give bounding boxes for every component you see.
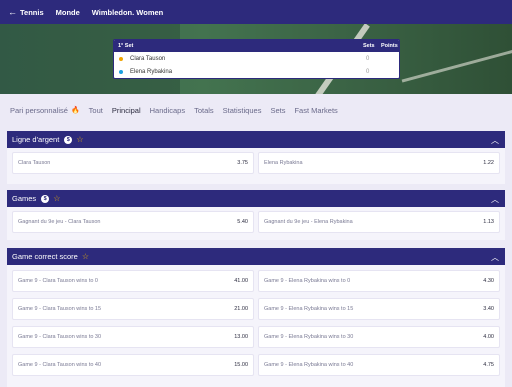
tab-totals[interactable]: Totals bbox=[194, 106, 214, 115]
odds-price: 1.13 bbox=[483, 219, 494, 225]
back-arrow-icon[interactable]: ← bbox=[8, 7, 17, 17]
odds-button[interactable]: Game 9 - Clara Tauson wins to 40 15.00 bbox=[12, 354, 254, 376]
market-title: Game correct score bbox=[12, 252, 78, 261]
odds-label: Elena Rybakina bbox=[264, 160, 303, 166]
market-ligne-d-argent: Ligne d'argent $ ☆ ︿ Clara Tauson 3.75 El… bbox=[7, 131, 505, 184]
odds-price: 4.30 bbox=[483, 278, 494, 284]
market-header[interactable]: Games $ ☆ ︿ bbox=[7, 190, 505, 207]
tab-handicaps[interactable]: Handicaps bbox=[150, 106, 185, 115]
odds-row: Game 9 - Clara Tauson wins to 30 13.00 Ga… bbox=[7, 320, 505, 348]
odds-button[interactable]: Elena Rybakina 1.22 bbox=[258, 152, 500, 174]
market-title: Ligne d'argent bbox=[12, 135, 60, 144]
odds-row: Game 9 - Clara Tauson wins to 0 41.00 Gam… bbox=[7, 265, 505, 292]
breadcrumb-monde-label: Monde bbox=[55, 7, 80, 17]
court-line bbox=[401, 48, 512, 83]
odds-price: 3.75 bbox=[237, 160, 248, 166]
odds-row: Gagnant du 9e jeu - Clara Tauson 5.40 Gag… bbox=[7, 207, 505, 233]
dollar-icon: $ bbox=[64, 135, 73, 144]
odds-button[interactable]: Clara Tauson 3.75 bbox=[12, 152, 254, 174]
odds-row: Game 9 - Clara Tauson wins to 15 21.00 Ga… bbox=[7, 292, 505, 320]
chevron-up-icon[interactable]: ︿ bbox=[491, 252, 499, 263]
tab-sets[interactable]: Sets bbox=[270, 106, 285, 115]
tab-tout[interactable]: Tout bbox=[89, 106, 103, 115]
top-navigation-bar: ← Tennis Monde Wimbledon. Women bbox=[0, 0, 512, 24]
odds-row: Clara Tauson 3.75 Elena Rybakina 1.22 bbox=[7, 148, 505, 174]
odds-price: 41.00 bbox=[234, 278, 248, 284]
odds-price: 4.75 bbox=[483, 362, 494, 368]
breadcrumb-tournament[interactable]: Wimbledon. Women bbox=[92, 8, 163, 17]
chevron-up-icon[interactable]: ︿ bbox=[491, 135, 499, 146]
star-icon[interactable]: ☆ bbox=[53, 194, 60, 203]
odds-label: Game 9 - Elena Rybakina wins to 40 bbox=[264, 362, 354, 368]
odds-label: Game 9 - Elena Rybakina wins to 15 bbox=[264, 306, 354, 312]
set-label: 1° Set bbox=[118, 43, 134, 49]
breadcrumb-tennis[interactable]: ← Tennis bbox=[8, 7, 44, 17]
star-icon[interactable]: ☆ bbox=[76, 135, 83, 144]
odds-button[interactable]: Game 9 - Elena Rybakina wins to 30 4.00 bbox=[258, 326, 500, 348]
odds-button[interactable]: Gagnant du 9e jeu - Clara Tauson 5.40 bbox=[12, 211, 254, 233]
scoreboard-row-player1: Clara Tauson 0 bbox=[114, 52, 399, 65]
points-label: Points bbox=[381, 43, 398, 49]
odds-button[interactable]: Gagnant du 9e jeu - Elena Rybakina 1.13 bbox=[258, 211, 500, 233]
sets-label: Sets bbox=[363, 43, 375, 49]
market-games: Games $ ☆ ︿ Gagnant du 9e jeu - Clara Ta… bbox=[7, 190, 505, 240]
tab-label: Pari personnalisé bbox=[10, 105, 68, 115]
odds-row: Game 9 - Clara Tauson wins to 40 15.00 Ga… bbox=[7, 348, 505, 376]
market-title: Games bbox=[12, 194, 37, 203]
player1-sets: 0 bbox=[366, 55, 370, 62]
odds-price: 1.22 bbox=[483, 160, 494, 166]
odds-button[interactable]: Game 9 - Elena Rybakina wins to 15 3.40 bbox=[258, 298, 500, 320]
odds-label: Game 9 - Clara Tauson wins to 40 bbox=[18, 362, 102, 368]
scoreboard-row-player2: Elena Rybakina 0 bbox=[114, 65, 399, 78]
odds-label: Clara Tauson bbox=[18, 160, 51, 166]
odds-price: 5.40 bbox=[237, 219, 248, 225]
odds-price: 21.00 bbox=[234, 306, 248, 312]
odds-label: Game 9 - Elena Rybakina wins to 0 bbox=[264, 278, 351, 284]
odds-label: Gagnant du 9e jeu - Clara Tauson bbox=[18, 219, 101, 225]
dollar-icon: $ bbox=[41, 194, 50, 203]
breadcrumb-tennis-label: Tennis bbox=[20, 7, 44, 17]
breadcrumb-tournament-label: Wimbledon. Women bbox=[91, 7, 164, 17]
odds-price: 4.00 bbox=[483, 334, 494, 340]
odds-price: 13.00 bbox=[234, 334, 248, 340]
odds-label: Game 9 - Elena Rybakina wins to 30 bbox=[264, 334, 354, 340]
odds-label: Gagnant du 9e jeu - Elena Rybakina bbox=[264, 219, 353, 225]
odds-button[interactable]: Game 9 - Elena Rybakina wins to 40 4.75 bbox=[258, 354, 500, 376]
live-scoreboard: 1° Set Sets Points Clara Tauson 0 Elena … bbox=[113, 39, 400, 79]
tab-principal[interactable]: Principal bbox=[112, 106, 141, 115]
odds-label: Game 9 - Clara Tauson wins to 0 bbox=[18, 278, 98, 284]
scoreboard-header: 1° Set Sets Points bbox=[114, 40, 399, 52]
tab-fast-markets[interactable]: Fast Markets bbox=[294, 106, 337, 115]
serve-indicator-icon bbox=[119, 56, 123, 61]
tab-pari-personnalise[interactable]: Pari personnalisé 🔥 bbox=[10, 106, 80, 115]
odds-label: Game 9 - Clara Tauson wins to 15 bbox=[18, 306, 102, 312]
odds-button[interactable]: Game 9 - Clara Tauson wins to 15 21.00 bbox=[12, 298, 254, 320]
player2-sets: 0 bbox=[366, 68, 370, 75]
player2-name: Elena Rybakina bbox=[130, 68, 173, 75]
odds-button[interactable]: Game 9 - Clara Tauson wins to 30 13.00 bbox=[12, 326, 254, 348]
market-game-correct-score: Game correct score ☆ ︿ Game 9 - Clara Ta… bbox=[7, 248, 505, 387]
player1-name: Clara Tauson bbox=[130, 55, 166, 62]
odds-button[interactable]: Game 9 - Clara Tauson wins to 0 41.00 bbox=[12, 270, 254, 292]
odds-label: Game 9 - Clara Tauson wins to 30 bbox=[18, 334, 102, 340]
fire-icon: 🔥 bbox=[70, 107, 80, 114]
odds-price: 15.00 bbox=[234, 362, 248, 368]
market-header[interactable]: Game correct score ☆ ︿ bbox=[7, 248, 505, 265]
tab-statistiques[interactable]: Statistiques bbox=[223, 106, 262, 115]
chevron-up-icon[interactable]: ︿ bbox=[491, 194, 499, 205]
market-header[interactable]: Ligne d'argent $ ☆ ︿ bbox=[7, 131, 505, 148]
odds-button[interactable]: Game 9 - Elena Rybakina wins to 0 4.30 bbox=[258, 270, 500, 292]
odds-price: 3.40 bbox=[483, 306, 494, 312]
breadcrumb-monde[interactable]: Monde bbox=[56, 8, 80, 17]
player-indicator-icon bbox=[119, 69, 123, 74]
market-tabs: Pari personnalisé 🔥 Tout Principal Handi… bbox=[0, 100, 512, 120]
star-icon[interactable]: ☆ bbox=[82, 252, 89, 261]
